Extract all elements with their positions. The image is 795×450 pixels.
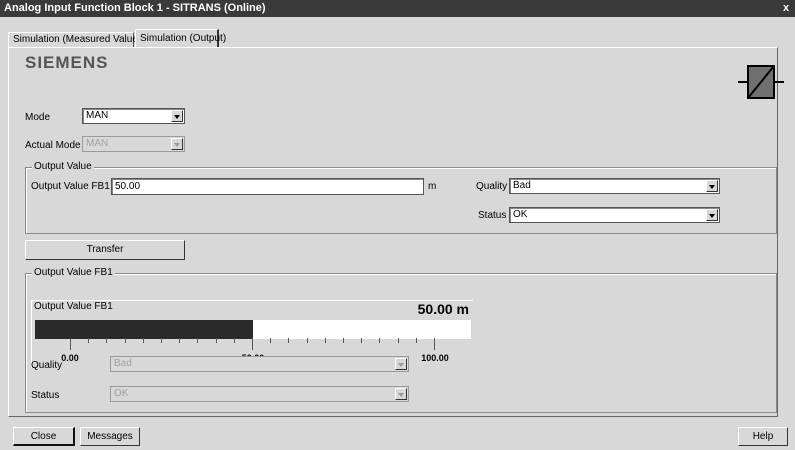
fb1-quality-label: Quality <box>31 360 63 371</box>
output-value-fb1-input[interactable]: 50.00 <box>111 178 424 195</box>
function-block-icon <box>738 65 784 99</box>
chevron-down-icon <box>395 358 407 370</box>
status-label: Status <box>478 210 507 221</box>
gauge-tick <box>161 338 162 343</box>
output-value-fb1-label: Output Value FB1 <box>31 181 110 192</box>
siemens-logo: SIEMENS <box>25 53 109 72</box>
fb1-status-select: OK <box>110 386 409 402</box>
gauge-tick <box>88 338 90 343</box>
quality-select-value: Bad <box>513 180 531 191</box>
actual-mode-label: Actual Mode <box>25 140 81 151</box>
gauge-tick <box>252 338 253 350</box>
gauge-tick <box>415 338 417 343</box>
fb1-status-label: Status <box>31 390 60 401</box>
fb1-quality-select-value: Bad <box>114 358 132 369</box>
gauge-title: Output Value FB1 <box>34 301 113 312</box>
title-bar: Analog Input Function Block 1 - SITRANS … <box>0 0 795 17</box>
gauge-tick <box>324 338 326 343</box>
gauge-tick <box>434 338 435 350</box>
gauge-fill <box>35 320 253 339</box>
output-value-fb1-group-title: Output Value FB1 <box>32 267 115 278</box>
quality-label: Quality <box>476 181 508 192</box>
gauge-tick <box>215 338 217 343</box>
mode-select-value: MAN <box>86 110 109 121</box>
status-select[interactable]: OK <box>509 207 720 223</box>
gauge-tick <box>142 338 144 343</box>
actual-mode-select-value: MAN <box>86 138 109 149</box>
gauge-tick <box>233 338 235 343</box>
gauge-tick <box>270 338 272 343</box>
gauge-tick <box>288 338 290 343</box>
mode-label: Mode <box>25 112 51 123</box>
status-select-value: OK <box>513 209 528 220</box>
gauge-tick <box>343 338 344 343</box>
gauge-tick <box>106 338 108 343</box>
help-button[interactable]: Help <box>738 427 788 446</box>
gauge-tick <box>70 338 71 350</box>
gauge-track <box>35 320 471 339</box>
chevron-down-icon[interactable] <box>706 180 718 192</box>
tab-simulation-measured-value[interactable]: Simulation (Measured Value) <box>8 32 141 47</box>
window-close-button[interactable]: x <box>783 0 793 17</box>
gauge-tick <box>361 338 363 343</box>
gauge-tick <box>179 338 181 343</box>
chevron-down-icon <box>171 138 183 150</box>
output-value-unit: m <box>428 181 437 192</box>
chevron-down-icon[interactable] <box>171 110 183 122</box>
mode-select[interactable]: MAN <box>82 108 185 124</box>
tab-simulation-output[interactable]: Simulation (Output) <box>135 29 226 47</box>
actual-mode-select: MAN <box>82 136 185 152</box>
gauge-tick <box>124 338 126 343</box>
output-value-group-title: Output Value <box>32 161 94 172</box>
fb1-status-select-value: OK <box>114 388 129 399</box>
gauge-tick <box>379 338 381 343</box>
window-title: Analog Input Function Block 1 - SITRANS … <box>4 2 266 14</box>
gauge-readout: 50.00 m <box>417 301 469 317</box>
chevron-down-icon <box>395 388 407 400</box>
close-button[interactable]: Close <box>13 427 75 446</box>
gauge-tick <box>197 338 199 343</box>
gauge-tick <box>306 338 308 343</box>
gauge-tick <box>397 338 399 343</box>
messages-button[interactable]: Messages <box>80 427 140 446</box>
chevron-down-icon[interactable] <box>706 209 718 221</box>
quality-select[interactable]: Bad <box>509 178 720 194</box>
gauge-max-label: 100.00 <box>421 353 449 363</box>
dialog-window: Simulation (Measured Value) Simulation (… <box>0 17 795 450</box>
fb1-quality-select: Bad <box>110 356 409 372</box>
transfer-button[interactable]: Transfer <box>25 240 185 260</box>
